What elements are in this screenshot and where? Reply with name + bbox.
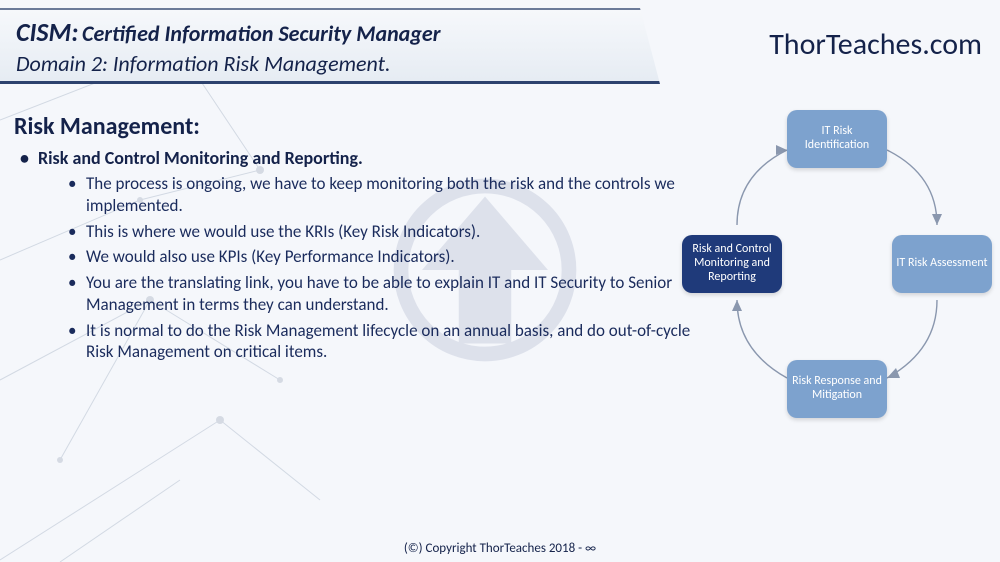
topic-heading: Risk and Control Monitoring and Reportin… <box>38 147 704 363</box>
topic-text: Risk and Control Monitoring and Reportin… <box>38 147 363 169</box>
footer-copyright: (©) Copyright ThorTeaches 2018 - ∞ <box>0 541 1000 556</box>
bullet-item: The process is ongoing, we have to keep … <box>86 173 704 217</box>
cycle-node-assessment: IT Risk Assessment <box>892 235 992 293</box>
section-title: Risk Management: <box>14 112 704 141</box>
cycle-node-identification: IT Risk Identification <box>787 110 887 168</box>
cycle-node-response: Risk Response and Mitigation <box>787 360 887 418</box>
bullet-item: It is normal to do the Risk Management l… <box>86 320 704 364</box>
bullet-item: You are the translating link, you have t… <box>86 272 704 316</box>
bullet-item: We would also use KPIs (Key Performance … <box>86 246 704 268</box>
header-banner: CISM: Certified Information Security Man… <box>0 8 660 84</box>
title-prefix: CISM: <box>16 16 78 48</box>
title-rest: Certified Information Security Manager <box>82 20 440 47</box>
brand-name: ThorTeaches.com <box>769 26 982 63</box>
slide-subtitle: Domain 2: Information Risk Management. <box>16 50 644 77</box>
content-area: Risk Management: Risk and Control Monito… <box>14 112 704 367</box>
slide-title: CISM: Certified Information Security Man… <box>16 16 644 48</box>
cycle-node-monitoring: Risk and Control Monitoring and Reportin… <box>682 235 782 293</box>
lifecycle-diagram: IT Risk Identification IT Risk Assessmen… <box>682 110 992 430</box>
bullet-item: This is where we would use the KRIs (Key… <box>86 221 704 243</box>
